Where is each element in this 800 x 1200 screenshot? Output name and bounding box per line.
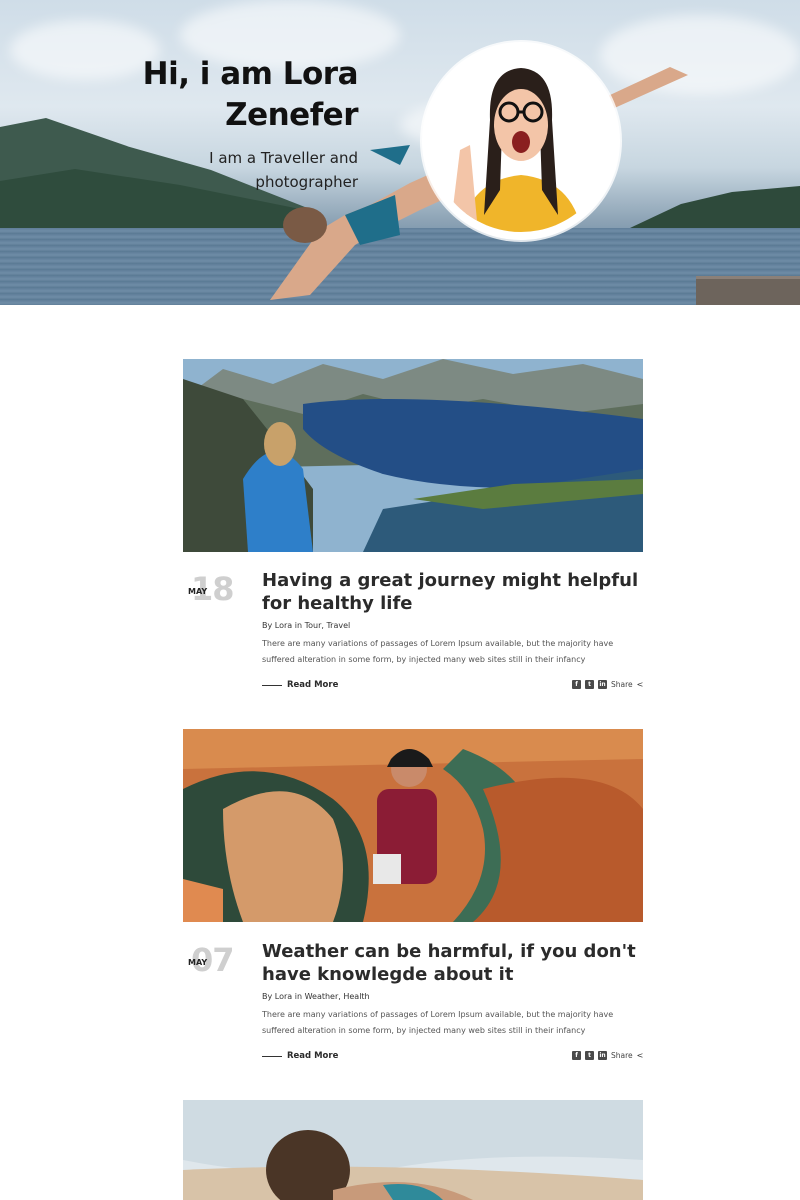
share-label[interactable]: Share [611,1051,633,1060]
profile-photo [430,50,612,232]
post-date: 18 MAY [183,571,253,611]
post-image[interactable] [183,359,643,552]
post-title[interactable]: Weather can be harmful, if you don't hav… [262,940,652,986]
meta-in-label: in [294,992,303,1001]
post-excerpt: There are many variations of passages of… [262,1010,614,1035]
hero-title: Hi, i am Lora Zenefer [142,56,359,133]
post-author-link[interactable]: Lora [275,621,292,630]
post-categories-link[interactable]: Tour, Travel [305,621,351,630]
post-meta: By Lora in Weather, Health [262,992,370,1001]
linkedin-icon[interactable]: in [598,1051,607,1060]
facebook-icon[interactable]: f [572,680,581,689]
share-icon[interactable]: < [637,680,644,689]
read-more-line [262,684,282,686]
meta-by-label: By [262,621,273,630]
facebook-icon[interactable]: f [572,1051,581,1060]
post-title[interactable]: Having a great journey might helpful for… [262,569,652,615]
hero-banner: Hi, i am Lora Zenefer I am a Traveller a… [0,0,800,305]
social-share: f t in Share < [572,680,643,689]
read-more-link[interactable]: Read More [262,1051,338,1061]
post-excerpt: There are many variations of passages of… [262,639,614,664]
post-date-month: MAY [188,587,208,596]
read-more-link[interactable]: Read More [262,680,338,690]
twitter-icon[interactable]: t [585,680,594,689]
post-categories-link[interactable]: Weather, Health [305,992,370,1001]
social-share: f t in Share < [572,1051,643,1060]
post-meta: By Lora in Tour, Travel [262,621,350,630]
post-image[interactable] [183,1100,643,1200]
hero-subtitle: I am a Traveller and photographer [209,149,358,191]
profile-avatar [422,42,620,240]
read-more-line [262,1055,282,1057]
meta-by-label: By [262,992,273,1001]
twitter-icon[interactable]: t [585,1051,594,1060]
dock-image [696,276,800,305]
post-image[interactable] [183,729,643,922]
post-author-link[interactable]: Lora [275,992,292,1001]
read-more-label: Read More [287,680,339,690]
meta-in-label: in [294,621,303,630]
share-icon[interactable]: < [637,1051,644,1060]
linkedin-icon[interactable]: in [598,680,607,689]
post-date-month: MAY [188,958,208,967]
post-date: 07 MAY [183,942,253,982]
share-label[interactable]: Share [611,680,633,689]
read-more-label: Read More [287,1051,339,1061]
